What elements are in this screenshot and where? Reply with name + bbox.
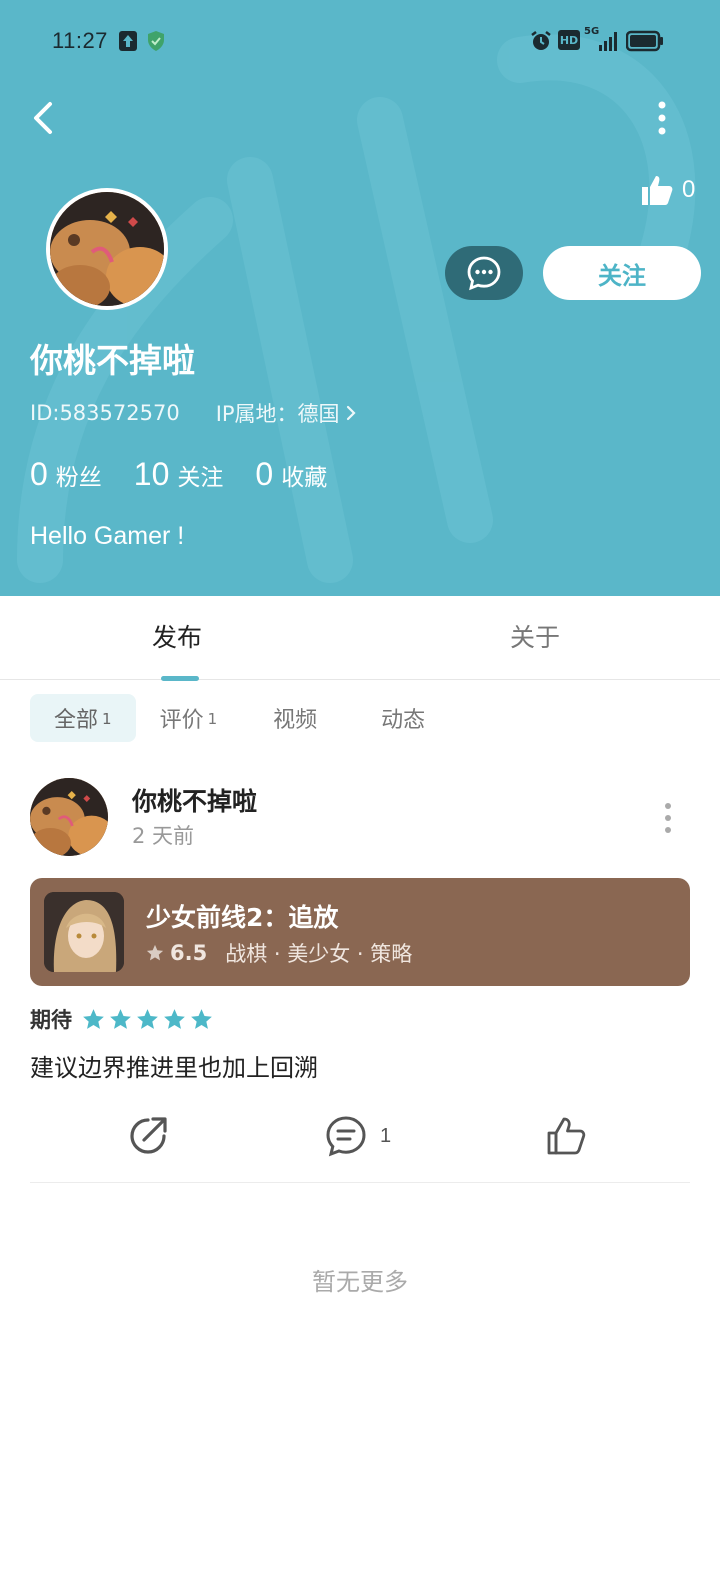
thumbs-up-icon (642, 176, 673, 205)
stat-following[interactable]: 10 关注 (134, 456, 224, 493)
star-icon (137, 1008, 158, 1029)
star-icon (164, 1008, 185, 1029)
no-more-text: 暂无更多 (312, 1268, 408, 1296)
likes-count: 0 (682, 176, 696, 203)
post-time: 2 天前 (132, 824, 195, 848)
post-author-name[interactable]: 你桃不掉啦 (132, 782, 257, 818)
more-vertical-icon[interactable] (644, 96, 680, 140)
shield-icon (148, 31, 164, 51)
avatar-image (30, 778, 108, 856)
game-tags: 战棋 · 美少女 · 策略 (225, 942, 413, 966)
filter-count: 1 (207, 710, 218, 728)
comment-count: 1 (380, 1124, 392, 1147)
game-score: 6.5 (170, 941, 208, 965)
filter-label: 评价 (159, 708, 204, 733)
chat-bubble-icon (467, 256, 501, 291)
filter-label: 动态 (381, 708, 426, 733)
thumbs-up-icon (547, 1117, 586, 1155)
status-time: 11:27 (52, 28, 108, 53)
like-button[interactable] (546, 1108, 586, 1164)
rating-label: 期待 (30, 1008, 72, 1032)
post-header: 你桃不掉啦 2 天前 (30, 778, 690, 858)
game-card[interactable]: 少女前线2：追放 6.5 战棋 · 美少女 · 策略 (30, 878, 690, 986)
back-arrow-icon[interactable] (22, 96, 66, 140)
filter-label: 视频 (273, 708, 318, 733)
profile-likes[interactable]: 0 (640, 170, 695, 210)
stat-favorites[interactable]: 0 收藏 (255, 456, 327, 493)
post-actions: 1 (0, 1108, 720, 1164)
post-author-avatar[interactable] (30, 778, 108, 856)
stat-label: 关注 (177, 465, 224, 491)
profile-stats: 0 粉丝 10 关注 0 收藏 (30, 456, 327, 493)
filter-moments[interactable]: 动态 (349, 694, 449, 742)
game-art (44, 892, 124, 972)
star-icon (191, 1008, 212, 1029)
profile-avatar[interactable] (46, 188, 168, 310)
profile-tabs: 发布 关于 (0, 596, 720, 680)
user-id: ID:583572570 (30, 401, 180, 425)
filter-videos[interactable]: 视频 (241, 694, 349, 742)
ip-location-text: IP属地：德国 (215, 402, 340, 426)
game-title: 少女前线2：追放 (146, 903, 339, 932)
profile-bio: Hello Gamer ! (30, 522, 185, 550)
stat-number: 10 (133, 456, 170, 492)
rating-stars (82, 1008, 213, 1031)
stat-fans[interactable]: 0 粉丝 (30, 456, 102, 493)
star-icon (110, 1008, 131, 1029)
message-button[interactable] (445, 246, 523, 300)
hd-badge: HD (558, 30, 580, 50)
chevron-right-icon (346, 405, 356, 421)
follow-button[interactable]: 关注 (543, 246, 701, 300)
profile-username: 你桃不掉啦 (30, 341, 195, 380)
filter-all[interactable]: 全部 1 (30, 694, 136, 742)
share-icon (130, 1117, 167, 1154)
star-icon (146, 944, 164, 961)
profile-id-line: ID:583572570 IP属地：德国 (30, 398, 358, 428)
filter-count: 1 (102, 710, 112, 728)
avatar-image (50, 192, 164, 306)
game-thumbnail (44, 892, 124, 972)
active-tab-indicator (161, 676, 199, 681)
filter-chips: 全部 1 评价 1 视频 动态 (30, 694, 449, 742)
star-icon (83, 1008, 104, 1029)
post-more-icon[interactable] (660, 798, 676, 838)
network-label: 5G (584, 26, 600, 37)
signal-icon (599, 32, 617, 51)
ip-location[interactable]: IP属地：德国 (216, 398, 358, 428)
stat-number: 0 (30, 456, 48, 492)
comment-button[interactable]: 1 (324, 1108, 391, 1164)
stat-label: 收藏 (281, 465, 328, 491)
tab-publish[interactable]: 发布 (152, 618, 202, 654)
share-button[interactable] (126, 1108, 170, 1164)
filter-reviews[interactable]: 评价 1 (136, 694, 242, 742)
battery-icon (626, 30, 663, 52)
review-rating: 期待 (30, 1004, 213, 1034)
status-bar: 11:27 HD 5G (0, 24, 720, 60)
review-text: 建议边界推进里也加上回溯 (30, 1054, 318, 1082)
upload-icon (119, 31, 137, 51)
alarm-icon (531, 31, 551, 50)
comment-icon (326, 1116, 366, 1157)
tab-about[interactable]: 关于 (510, 618, 560, 654)
post-divider (30, 1182, 690, 1183)
stat-number: 0 (255, 456, 274, 492)
stat-label: 粉丝 (55, 465, 102, 491)
profile-header: 11:27 HD 5G 0 关注 你桃不掉啦 ID:583572570 IP属地… (0, 0, 720, 596)
filter-label: 全部 (54, 708, 99, 733)
game-meta: 6.5 战棋 · 美少女 · 策略 (146, 938, 412, 968)
